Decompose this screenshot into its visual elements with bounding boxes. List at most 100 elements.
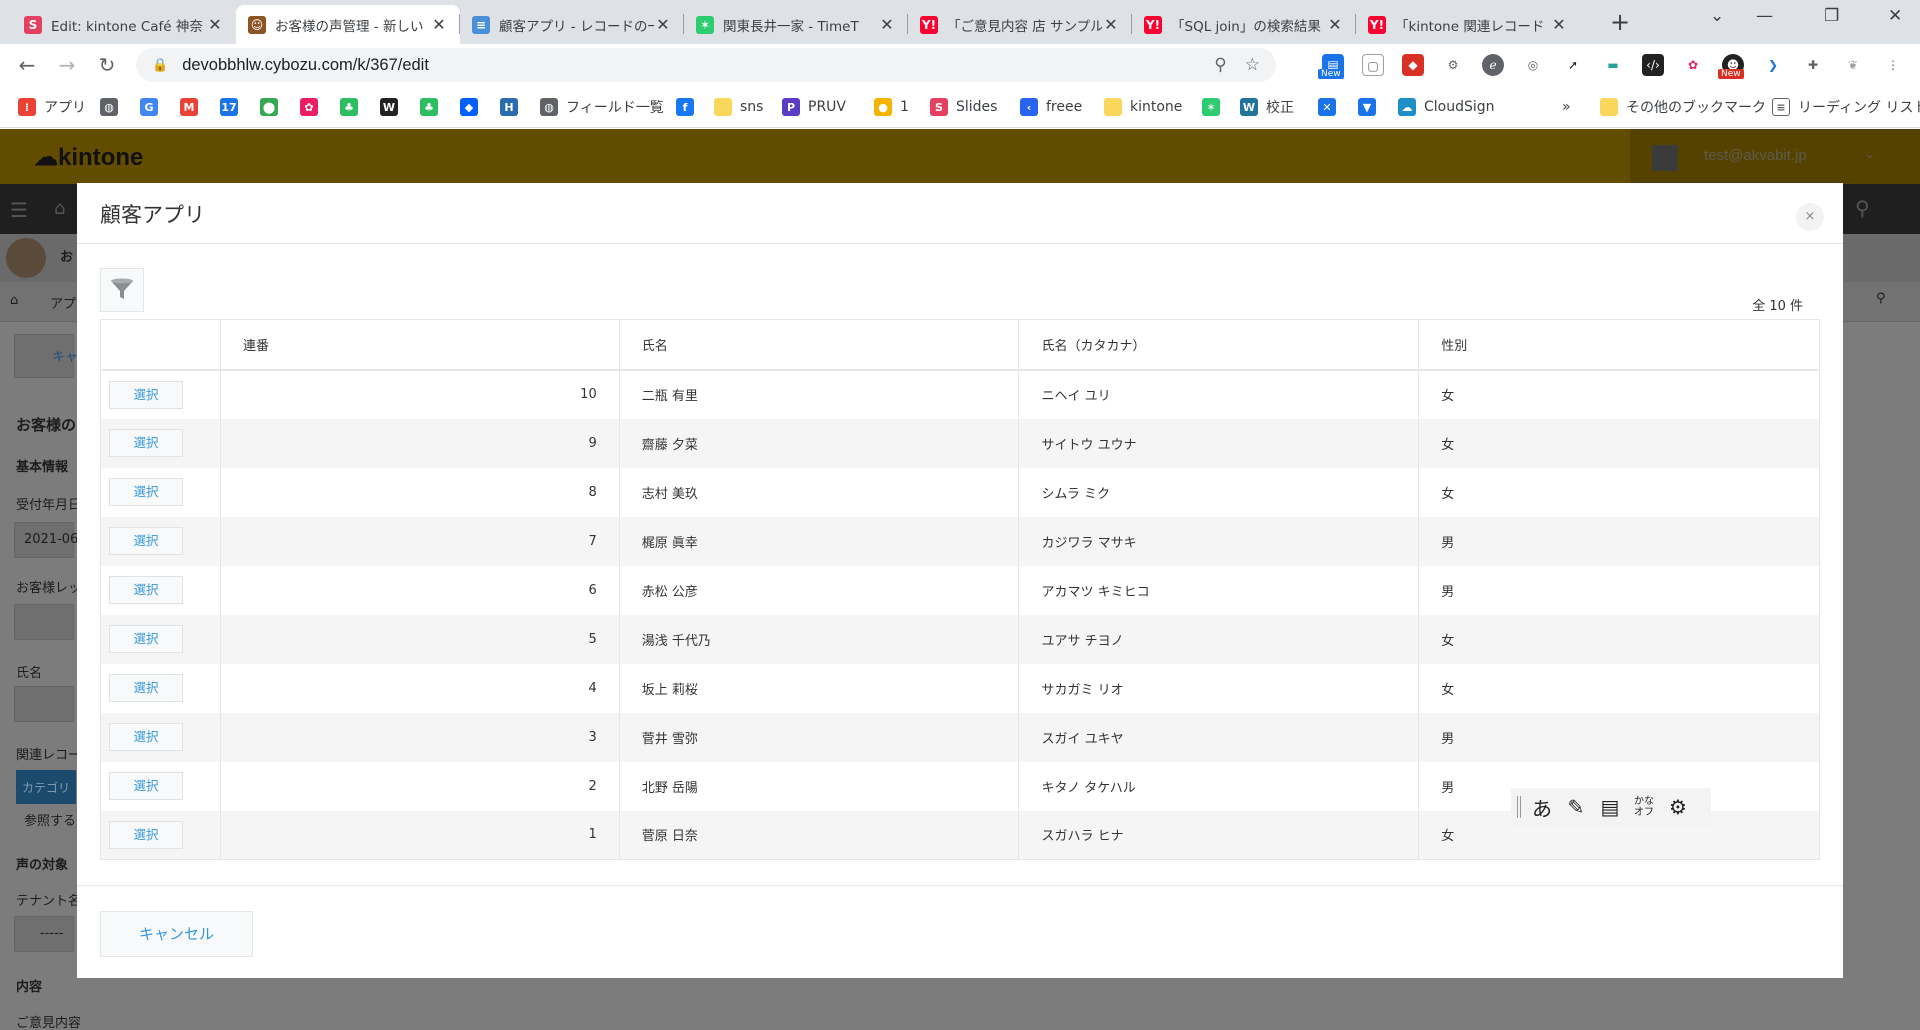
table-row: 選択 8 志村 美玖 シムラ ミク女 — [100, 467, 1820, 517]
bookmark-item[interactable]: ♣ — [420, 96, 446, 118]
search-icon[interactable]: ⚲ — [1855, 196, 1870, 220]
ghostery-icon[interactable]: ℯ — [1482, 54, 1504, 76]
zoom-icon[interactable]: ⚲ — [1214, 55, 1226, 75]
ime-settings-gear-icon[interactable]: ⚙ — [1665, 795, 1691, 819]
select-button[interactable]: 選択 — [109, 820, 183, 849]
back-icon[interactable]: ← — [12, 50, 42, 80]
cursor-icon[interactable]: ➚ — [1562, 54, 1584, 76]
color-wheel-icon[interactable]: ✿ — [1682, 54, 1704, 76]
bookmark-star-icon[interactable]: ☆ — [1245, 55, 1260, 75]
bookmark-item[interactable]: ⁞ アプリ — [18, 96, 86, 118]
bookmark-item[interactable]: W — [380, 96, 406, 118]
other-bookmarks-folder[interactable]: その他のブックマーク — [1600, 96, 1766, 118]
aperture-icon[interactable]: ◎ — [1522, 54, 1544, 76]
bookmark-item[interactable]: f — [676, 96, 702, 118]
ime-dictionary-icon[interactable]: ▤ — [1597, 795, 1623, 819]
cancel-button[interactable]: キャンセル — [100, 911, 253, 957]
ime-mode-indicator[interactable]: あ — [1529, 793, 1555, 822]
browser-tab[interactable]: Y! 「ご意見内容 店 サンプル ✕ — [908, 5, 1132, 44]
new-tab-button[interactable]: + — [1610, 8, 1630, 36]
profile-icon[interactable]: ❦ — [1842, 54, 1864, 76]
bookmark-item[interactable]: P PRUV — [782, 96, 846, 118]
browser-tab[interactable]: Y! 「SQL join」の検索結果 ✕ — [1132, 5, 1356, 44]
ime-kana-toggle[interactable]: かな オフ — [1631, 796, 1657, 818]
bookmark-item[interactable]: ✶ — [1202, 96, 1228, 118]
ime-grip-handle[interactable] — [1517, 796, 1521, 818]
window-close-icon[interactable]: ✕ — [1888, 6, 1902, 26]
filter-button[interactable] — [100, 268, 144, 312]
bookmark-item[interactable]: M — [180, 96, 206, 118]
bookmark-item[interactable]: ✕ — [1318, 96, 1344, 118]
arrow-ext-icon[interactable]: ❯ — [1762, 54, 1784, 76]
bookmark-item[interactable]: ◆ — [460, 96, 486, 118]
select-button[interactable]: 選択 — [109, 674, 183, 702]
kintone-logo[interactable]: ☁kintone — [34, 143, 143, 172]
tab-search-icon[interactable]: ⌄ — [1710, 6, 1724, 26]
user-menu[interactable]: test@akvabit.jp ⌄ — [1630, 129, 1920, 184]
forward-icon[interactable]: → — [52, 50, 82, 80]
bookmark-item[interactable]: ♣ — [340, 96, 366, 118]
url-text[interactable]: devobbhlw.cybozu.com/k/367/edit — [182, 56, 1196, 75]
browser-tab[interactable]: ≡ 顧客アプリ - レコードの一 ✕ — [460, 5, 684, 44]
browser-tab[interactable]: ☺ お客様の声管理 - 新しい ✕ — [236, 5, 460, 44]
chat-icon[interactable]: ▬ — [1602, 54, 1624, 76]
select-button[interactable]: 選択 — [109, 723, 183, 751]
select-button[interactable]: 選択 — [109, 429, 183, 457]
bookmark-item[interactable]: ‹ freee — [1020, 96, 1082, 118]
bookmarks-overflow-button[interactable]: » — [1562, 96, 1571, 118]
bookmark-item[interactable]: ☁ CloudSign — [1398, 96, 1495, 118]
home-icon[interactable]: ⌂ — [54, 198, 65, 219]
dialog-close-button[interactable]: × — [1796, 203, 1824, 231]
select-button[interactable]: 選択 — [109, 527, 183, 555]
select-cell: 選択 — [100, 761, 221, 811]
tab-close-icon[interactable]: ✕ — [430, 15, 448, 34]
home-small-icon[interactable]: ⌂ — [10, 293, 18, 308]
gear-icon[interactable]: ⚙ — [1442, 54, 1464, 76]
code-icon[interactable]: ‹/› — [1642, 54, 1664, 76]
puzzle-icon[interactable]: ✚ — [1802, 54, 1824, 76]
bookmark-item[interactable]: ● 1 — [874, 96, 909, 118]
tab-close-icon[interactable]: ✕ — [878, 15, 896, 34]
reload-icon[interactable]: ↻ — [92, 50, 122, 80]
bookmark-item[interactable]: ✿ — [300, 96, 326, 118]
bookmark-item[interactable]: 17 — [220, 96, 246, 118]
tab-close-icon[interactable]: ✕ — [206, 15, 224, 34]
breadcrumb-app[interactable]: アプ — [50, 293, 76, 312]
select-button[interactable]: 選択 — [109, 625, 183, 653]
name-cell: 菅原 日奈 — [619, 810, 1020, 860]
select-button[interactable]: 選択 — [109, 772, 183, 800]
pin-icon[interactable]: ⚲ — [1876, 291, 1886, 306]
browser-tab[interactable]: S Edit: kintone Café 神奈 ✕ — [12, 5, 236, 44]
bookmark-item[interactable]: sns — [714, 96, 763, 118]
hamburger-icon[interactable]: ☰ — [10, 198, 28, 222]
tab-close-icon[interactable]: ✕ — [1102, 15, 1120, 34]
bookmark-item[interactable]: ◍ — [100, 96, 126, 118]
browser-tab[interactable]: ✶ 関東長井一家 - TimeT ✕ — [684, 5, 908, 44]
bookmark-item[interactable]: W 校正 — [1240, 96, 1294, 118]
bookmark-item[interactable]: ⬤ — [260, 96, 286, 118]
select-cell: 選択 — [100, 565, 221, 615]
extension-box-icon[interactable]: ▢ — [1362, 54, 1384, 76]
tab-close-icon[interactable]: ✕ — [1326, 15, 1344, 34]
reading-list-button[interactable]: ≡ リーディング リスト — [1772, 96, 1920, 118]
bookmark-item[interactable]: S Slides — [930, 96, 997, 118]
tab-close-icon[interactable]: ✕ — [654, 15, 672, 34]
bookmark-item[interactable]: ▼ — [1358, 96, 1384, 118]
bookmark-item[interactable]: ◍ フィールド一覧 — [540, 96, 664, 118]
select-button[interactable]: 選択 — [109, 576, 183, 604]
number-cell: 10 — [220, 369, 620, 419]
minimize-icon[interactable]: — — [1756, 6, 1773, 26]
address-bar[interactable]: 🔒 devobbhlw.cybozu.com/k/367/edit ⚲ ☆ — [136, 48, 1276, 82]
bookmark-item[interactable]: kintone — [1104, 96, 1182, 118]
tab-close-icon[interactable]: ✕ — [1550, 15, 1568, 34]
maximize-icon[interactable]: ❐ — [1824, 6, 1839, 26]
lock-icon[interactable]: 🔒 — [152, 58, 168, 73]
shield-icon[interactable]: ◆ — [1402, 54, 1424, 76]
bookmark-item[interactable]: G — [140, 96, 166, 118]
ime-pad-icon[interactable]: ✎ — [1563, 795, 1589, 819]
select-button[interactable]: 選択 — [109, 380, 183, 409]
browser-tab[interactable]: Y! 「kintone 関連レコード ✕ — [1356, 5, 1580, 44]
bookmark-item[interactable]: H — [500, 96, 526, 118]
select-button[interactable]: 選択 — [109, 478, 183, 506]
menu-kebab-icon[interactable]: ⋮ — [1882, 54, 1904, 76]
